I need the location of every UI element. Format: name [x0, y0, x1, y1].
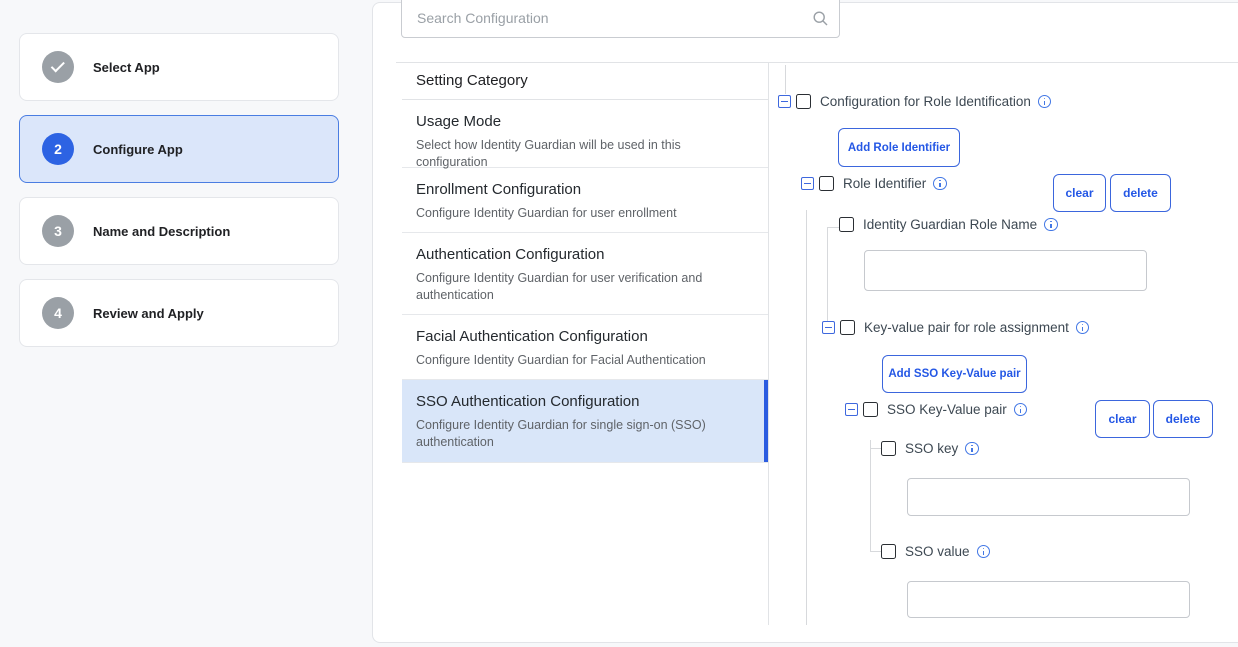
node-checkbox[interactable]: [840, 320, 855, 335]
tree-node-label: SSO Key-Value pair: [887, 402, 1007, 417]
step-number-badge: 3: [42, 215, 74, 247]
tree-node-sso-value: SSO value: [881, 544, 990, 559]
info-icon[interactable]: [1014, 403, 1028, 417]
tree-node-label: Configuration for Role Identification: [820, 94, 1031, 109]
clear-role-identifier-button[interactable]: clear: [1053, 174, 1106, 212]
category-title: SSO Authentication Configuration: [416, 393, 738, 410]
tree-node-sso-key-value-pair: SSO Key-Value pair: [845, 402, 1027, 417]
category-desc: Configure Identity Guardian for single s…: [416, 417, 738, 451]
tree-connector: [827, 227, 828, 321]
step-done-badge: [42, 51, 74, 83]
step-number-badge: 4: [42, 297, 74, 329]
setting-category-header: Setting Category: [402, 62, 768, 100]
collapse-icon[interactable]: [801, 177, 814, 190]
step-card-review-apply[interactable]: 4 Review and Apply: [19, 279, 339, 347]
tree-node-label: SSO key: [905, 441, 958, 456]
role-name-input[interactable]: [864, 250, 1147, 291]
node-checkbox[interactable]: [839, 217, 854, 232]
category-row-authentication[interactable]: Authentication Configuration Configure I…: [402, 233, 768, 315]
delete-sso-pair-button[interactable]: delete: [1153, 400, 1213, 438]
node-checkbox[interactable]: [881, 441, 896, 456]
category-row-sso-authentication[interactable]: SSO Authentication Configuration Configu…: [402, 380, 768, 463]
info-icon[interactable]: [933, 177, 947, 191]
category-desc: Configure Identity Guardian for Facial A…: [416, 352, 738, 369]
category-title: Authentication Configuration: [416, 246, 738, 263]
delete-role-identifier-button[interactable]: delete: [1110, 174, 1171, 212]
tree-connector: [785, 65, 786, 94]
step-label: Select App: [93, 60, 160, 75]
collapse-icon[interactable]: [778, 95, 791, 108]
category-desc: Configure Identity Guardian for user ver…: [416, 270, 738, 304]
tree-node-label: Key-value pair for role assignment: [864, 320, 1069, 335]
category-row-usage-mode[interactable]: Usage Mode Select how Identity Guardian …: [402, 100, 768, 168]
add-role-identifier-button[interactable]: Add Role Identifier: [838, 128, 960, 167]
tree-node-role-name: Identity Guardian Role Name: [839, 217, 1058, 232]
tree-node-label: SSO value: [905, 544, 970, 559]
category-title: Usage Mode: [416, 113, 738, 130]
check-icon: [50, 58, 64, 72]
tree-connector: [870, 448, 881, 449]
sso-key-input[interactable]: [907, 478, 1190, 516]
info-icon[interactable]: [965, 442, 979, 456]
collapse-icon[interactable]: [822, 321, 835, 334]
step-number-badge: 2: [42, 133, 74, 165]
collapse-icon[interactable]: [845, 403, 858, 416]
step-card-configure-app[interactable]: 2 Configure App: [19, 115, 339, 183]
sso-value-input[interactable]: [907, 581, 1190, 618]
category-desc: Select how Identity Guardian will be use…: [416, 137, 738, 171]
step-label: Configure App: [93, 142, 183, 157]
category-desc: Configure Identity Guardian for user enr…: [416, 205, 738, 222]
tree-node-role-identification: Configuration for Role Identification: [778, 94, 1051, 109]
info-icon[interactable]: [1076, 321, 1090, 335]
tree-connector: [827, 227, 839, 228]
search-icon: [812, 10, 829, 27]
category-row-enrollment[interactable]: Enrollment Configuration Configure Ident…: [402, 168, 768, 233]
search-input[interactable]: [401, 0, 840, 38]
node-checkbox[interactable]: [881, 544, 896, 559]
info-icon[interactable]: [1044, 218, 1058, 232]
add-sso-key-value-pair-button[interactable]: Add SSO Key-Value pair: [882, 355, 1027, 393]
tree-connector: [806, 210, 807, 625]
tree-node-role-identifier: Role Identifier: [801, 176, 947, 191]
tree-node-label: Role Identifier: [843, 176, 926, 191]
category-title: Enrollment Configuration: [416, 181, 738, 198]
node-checkbox[interactable]: [819, 176, 834, 191]
node-checkbox[interactable]: [863, 402, 878, 417]
info-icon[interactable]: [977, 545, 991, 559]
panel-divider: [768, 62, 769, 625]
step-card-select-app[interactable]: Select App: [19, 33, 339, 101]
step-card-name-description[interactable]: 3 Name and Description: [19, 197, 339, 265]
step-label: Name and Description: [93, 224, 230, 239]
tree-node-sso-key: SSO key: [881, 441, 979, 456]
selected-indicator-bar: [764, 380, 768, 462]
tree-connector: [870, 440, 871, 552]
tree-node-label: Identity Guardian Role Name: [863, 217, 1037, 232]
node-checkbox[interactable]: [796, 94, 811, 109]
clear-sso-pair-button[interactable]: clear: [1095, 400, 1150, 438]
step-label: Review and Apply: [93, 306, 204, 321]
category-title: Facial Authentication Configuration: [416, 328, 738, 345]
category-row-facial-authentication[interactable]: Facial Authentication Configuration Conf…: [402, 315, 768, 380]
tree-node-kv-pair-role-assignment: Key-value pair for role assignment: [822, 320, 1089, 335]
info-icon[interactable]: [1038, 95, 1052, 109]
configuration-wizard-page: Select App 2 Configure App 3 Name and De…: [0, 0, 1238, 647]
tree-connector: [870, 551, 881, 552]
